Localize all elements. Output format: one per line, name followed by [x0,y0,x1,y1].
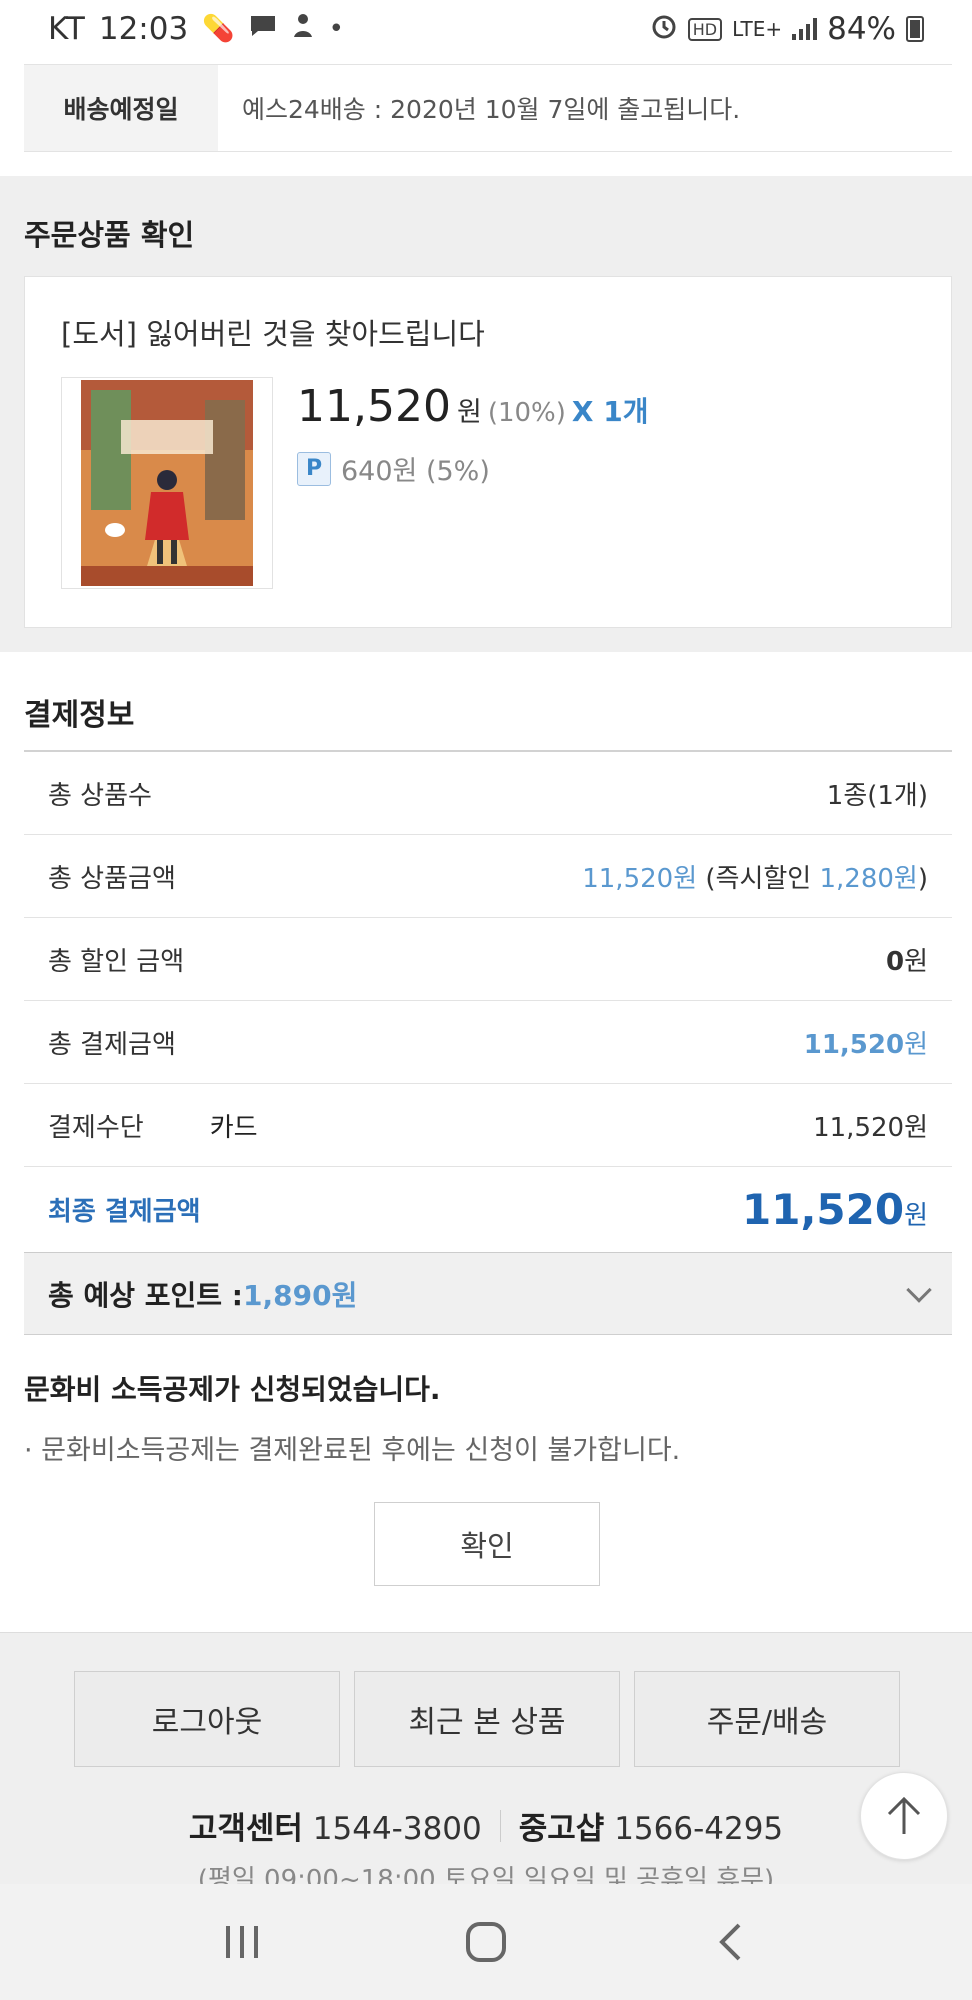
payment-method-amount: 11,520원 [813,1112,928,1143]
price-line: 11,520 원 (10%) X 1개 [297,381,648,432]
pay-amount-label: 총 결제금액 [48,1029,176,1060]
pay-amount-row: 총 결제금액 11,520원 [24,1001,952,1084]
total-amount-label: 총 상품금액 [48,863,176,894]
culture-deduction-title: 문화비 소득공제가 신청되었습니다. [24,1373,441,1406]
product-price-unit: 원 [456,397,482,428]
total-discount-label: 총 할인 금액 [48,946,185,977]
pay-amount-value: 11,520 [803,1029,905,1060]
product-name[interactable]: [도서] 잃어버린 것을 찾아드립니다 [61,311,485,353]
recent-apps-button[interactable] [197,1897,287,1987]
total-amount-row: 총 상품금액 11,520원 (즉시할인 1,280원) [24,835,952,918]
payment-method-value: 카드 [209,1112,258,1143]
footer: 로그아웃 최근 본 상품 주문/배송 고객센터 1544-3800 중고샵 15… [0,1632,972,1895]
more-dot-icon: • [328,14,344,44]
order-delivery-button[interactable]: 주문/배송 [634,1671,900,1767]
used-shop-contact[interactable]: 중고샵 1566-4295 [519,1803,783,1848]
final-amount-unit: 원 [904,1201,928,1231]
chevron-down-icon[interactable] [906,1276,932,1303]
customer-center-label: 고객센터 [188,1811,303,1847]
contact-info: 고객센터 1544-3800 중고샵 1566-4295 [0,1803,972,1848]
payment-info-title: 결제정보 [24,698,135,733]
pay-amount-unit: 원 [904,1029,928,1060]
signal-icon [792,18,818,40]
payment-method-label: 결제수단 [48,1112,144,1143]
point-badge-icon: P [297,451,331,486]
clock: 12:03 [98,11,189,47]
confirm-button[interactable]: 확인 [374,1502,600,1586]
alarm-icon [650,12,678,47]
instant-discount-prefix: (즉시할인 [705,863,820,894]
final-amount-label: 최종 결제금액 [48,1197,201,1227]
delivery-date-value: 예스24배송 : 2020년 10월 7일에 출고됩니다. [242,95,741,124]
total-items-value: 1종(1개) [826,780,928,811]
total-discount-value: 0 [885,946,905,977]
carrier-label: KT [48,11,85,47]
order-check-title: 주문상품 확인 [24,218,195,252]
order-item-card: [도서] 잃어버린 것을 찾아드립니다 11,520 원 (10%) X 1개 [24,276,952,628]
used-shop-number: 1566-4295 [614,1811,784,1847]
logout-button[interactable]: 로그아웃 [74,1671,340,1767]
battery-percent: 84% [827,11,896,47]
recent-items-button[interactable]: 최근 본 상품 [354,1671,620,1767]
back-button[interactable] [685,1897,775,1987]
final-amount-value: 11,520 [742,1185,905,1234]
network-label: LTE+ [732,17,783,41]
home-button[interactable] [441,1897,531,1987]
status-bar: KT 12:03 💊 • HD LTE+ 84% [0,0,972,58]
expected-points-toggle[interactable]: 총 예상 포인트 : 1,890원 [24,1253,952,1335]
total-discount-row: 총 할인 금액 0원 [24,918,952,1001]
instant-discount-value: 1,280원 [819,863,918,894]
final-amount-value-group: 11,520원 [742,1185,928,1234]
culture-deduction-note: · 문화비소득공제는 결제완료된 후에는 신청이 불가합니다. [24,1435,681,1466]
total-amount-value: 11,520원 [582,863,698,894]
hd-voice-icon: HD [687,17,723,41]
back-icon [719,1923,741,1961]
chat-icon [249,14,277,45]
battery-icon [906,16,924,42]
recent-apps-icon [226,1926,258,1958]
used-shop-label: 중고샵 [518,1811,605,1847]
payment-method-row: 결제수단 카드 11,520원 [24,1084,952,1167]
delivery-date-label: 배송예정일 [24,65,218,151]
total-items-label: 총 상품수 [48,780,152,811]
expected-points-value: 1,890원 [243,1278,358,1312]
instant-discount-suffix: ) [917,863,928,894]
product-point-line: P 640원 (5%) [297,449,490,488]
app-notification-icon [291,13,315,46]
product-price: 11,520 [297,381,451,432]
arrow-up-icon [887,1796,921,1834]
final-amount-row: 최종 결제금액 11,520원 [24,1167,952,1253]
divider [499,1809,501,1842]
delivery-date-row: 배송예정일 예스24배송 : 2020년 10월 7일에 출고됩니다. [24,64,952,152]
total-items-row: 총 상품수 1종(1개) [24,752,952,835]
customer-center-number: 1544-3800 [312,1811,482,1847]
pay-amount-value-group: 11,520원 [804,1024,928,1061]
pill-icon: 💊 [202,14,235,44]
product-point: 640원 (5%) [341,456,490,487]
scroll-top-button[interactable] [860,1772,948,1860]
expected-points-label: 총 예상 포인트 : [48,1278,244,1312]
book-cover-image[interactable] [61,377,273,589]
total-discount-value-group: 0원 [886,941,928,978]
product-discount-rate: (10%) [487,398,566,428]
customer-center[interactable]: 고객센터 1544-3800 [189,1803,482,1848]
total-amount-value-group: 11,520원 (즉시할인 1,280원) [582,858,928,895]
total-discount-unit: 원 [904,946,928,977]
system-nav-bar [0,1884,972,2000]
order-check-section: 주문상품 확인 [도서] 잃어버린 것을 찾아드립니다 11,520 원 (10… [0,176,972,652]
home-icon [466,1922,506,1962]
product-quantity: X 1개 [571,395,649,428]
payment-info-table: 총 상품수 1종(1개) 총 상품금액 11,520원 (즉시할인 1,280원… [24,750,952,1335]
